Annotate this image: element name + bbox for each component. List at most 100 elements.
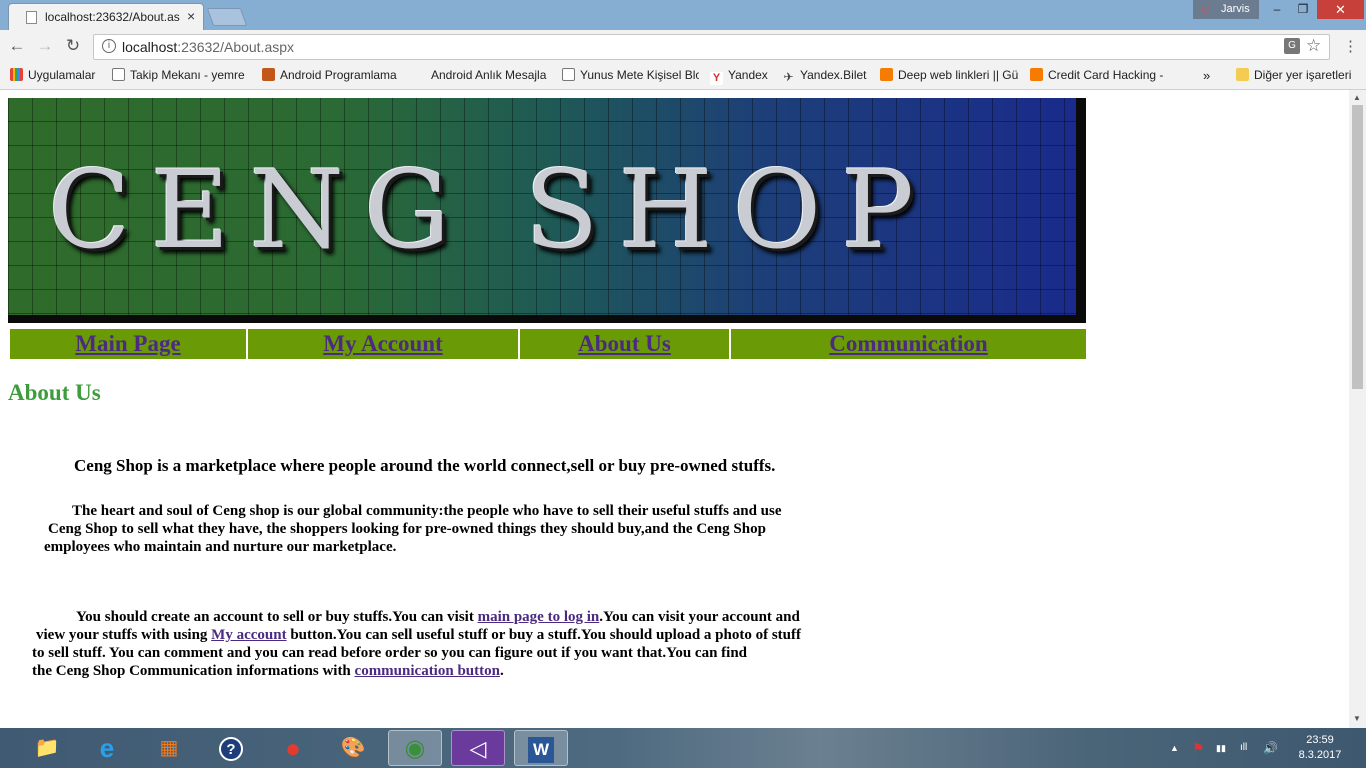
yandex-icon: Y xyxy=(710,72,723,85)
close-window-button[interactable]: ✕ xyxy=(1317,0,1364,19)
reload-button[interactable]: ↻ xyxy=(62,36,84,56)
browser-title-bar: localhost:23632/About.as × ⚇ Jarvis – ❐ … xyxy=(0,0,1366,30)
browser-tab[interactable]: localhost:23632/About.as × xyxy=(8,3,204,30)
file-explorer-icon[interactable]: 📁 xyxy=(20,730,74,766)
text-fragment: .You can visit your account and xyxy=(599,609,800,625)
browser-menu-icon[interactable]: ⋮ xyxy=(1343,37,1358,55)
blank-icon xyxy=(413,68,426,81)
action-center-flag-icon[interactable]: ⚑ xyxy=(1192,728,1205,768)
nav-main-page[interactable]: Main Page xyxy=(10,329,246,359)
bookmarks-overflow-button[interactable]: » xyxy=(1203,68,1210,83)
minimize-button[interactable]: – xyxy=(1264,0,1290,19)
tab-title: localhost:23632/About.as xyxy=(45,10,180,24)
text-fragment: . xyxy=(499,663,504,679)
bookmark-item[interactable]: Uygulamalar xyxy=(10,68,105,82)
address-bar[interactable]: i localhost:23632/About.aspx G ☆ xyxy=(93,34,1330,60)
clock-date: 8.3.2017 xyxy=(1298,749,1342,761)
nav-about-us[interactable]: About Us xyxy=(520,329,729,359)
translate-icon[interactable]: G xyxy=(1284,38,1300,54)
bookmark-label: Diğer yer işaretleri xyxy=(1254,68,1352,82)
ceng-shop-banner: CENG SHOP xyxy=(8,98,1086,323)
page-icon xyxy=(112,68,125,81)
plane-icon: ✈ xyxy=(783,70,794,84)
bookmark-label: Uygulamalar xyxy=(28,68,96,82)
url-path: :23632/About.aspx xyxy=(177,39,295,55)
nav-communication-link[interactable]: Communication xyxy=(829,331,987,356)
bookmark-label: Deep web linkleri || Gü xyxy=(898,68,1018,82)
scrollbar-thumb[interactable] xyxy=(1352,105,1363,389)
restore-button[interactable]: ❐ xyxy=(1290,0,1316,19)
nav-about-us-link[interactable]: About Us xyxy=(578,331,671,356)
instructions-text-line: to sell stuff. You can comment and you c… xyxy=(32,645,748,661)
bookmark-label: Yunus Mete Kişisel Blo xyxy=(580,68,699,82)
instructions-text-line: You should create an account to sell or … xyxy=(76,609,800,626)
community-text-line: employees who maintain and nurture our m… xyxy=(44,539,397,555)
bookmark-item[interactable]: Deep web linkleri || Gü xyxy=(880,68,1018,82)
nav-main-page-link[interactable]: Main Page xyxy=(75,331,180,356)
scroll-up-icon[interactable]: ▲ xyxy=(1353,93,1361,102)
text-fragment: view your stuffs with using xyxy=(36,627,212,643)
site-info-icon[interactable]: i xyxy=(102,39,116,53)
system-clock[interactable]: 23:59 8.3.2017 xyxy=(1290,733,1350,763)
clock-time: 23:59 xyxy=(1306,734,1334,746)
bookmark-item[interactable]: Android Anlık Mesajla xyxy=(413,68,549,82)
nav-communication[interactable]: Communication xyxy=(731,329,1086,359)
network-signal-icon[interactable]: ıll xyxy=(1240,728,1247,768)
internet-explorer-icon[interactable]: e xyxy=(80,730,134,766)
my-account-link[interactable]: My account xyxy=(211,627,286,643)
app-red-icon[interactable]: ● xyxy=(266,730,320,766)
text-fragment: the Ceng Shop Communication informations… xyxy=(32,663,355,679)
folder-icon xyxy=(1236,68,1249,81)
bookmark-item[interactable]: Takip Mekanı - yemre xyxy=(112,68,247,82)
communication-link[interactable]: communication button xyxy=(355,663,500,679)
windows-taskbar: 📁 e ▦ ? ● 🎨 ◉ ◁ W ▲ ⚑ ▮▮ ıll 🔊 23:59 8.3… xyxy=(0,728,1366,768)
page-icon xyxy=(562,68,575,81)
bookmark-star-icon[interactable]: ☆ xyxy=(1306,36,1321,56)
bookmark-label: Yandex xyxy=(728,68,768,82)
bookmark-item[interactable]: ✈ Yandex.Bilet xyxy=(782,68,872,84)
tab-close-icon[interactable]: × xyxy=(187,8,195,24)
bookmark-label: Takip Mekanı - yemre xyxy=(130,68,245,82)
profile-name: Jarvis xyxy=(1221,3,1250,15)
bookmarks-bar: Uygulamalar Takip Mekanı - yemre Android… xyxy=(0,63,1366,90)
bookmark-item[interactable]: Credit Card Hacking - xyxy=(1030,68,1170,82)
forward-button[interactable]: → xyxy=(34,36,56,56)
url-host: localhost xyxy=(122,39,178,55)
visual-studio-icon[interactable]: ◁ xyxy=(451,730,505,766)
address-url[interactable]: localhost:23632/About.aspx xyxy=(122,39,294,55)
office-icon[interactable]: ▦ xyxy=(142,730,196,766)
page-favicon-icon xyxy=(26,11,37,24)
back-button[interactable]: ← xyxy=(6,36,28,56)
blogger-icon xyxy=(1030,68,1043,81)
bookmark-item[interactable]: Android Programlama xyxy=(262,68,400,82)
word-glyph: W xyxy=(528,737,554,763)
text-fragment: You should create an account to sell or … xyxy=(76,609,478,625)
page-title: About Us xyxy=(8,380,101,405)
scroll-down-icon[interactable]: ▼ xyxy=(1353,714,1361,723)
word-icon[interactable]: W xyxy=(514,730,568,766)
bookmark-label: Android Programlama xyxy=(280,68,397,82)
power-icon[interactable]: ▮▮ xyxy=(1216,728,1226,768)
bookmark-item[interactable]: Yunus Mete Kişisel Blo xyxy=(562,68,699,82)
profile-button[interactable]: ⚇ Jarvis xyxy=(1193,0,1259,19)
nav-my-account[interactable]: My Account xyxy=(248,329,518,359)
volume-icon[interactable]: 🔊 xyxy=(1263,728,1278,768)
instructions-text-line: the Ceng Shop Communication informations… xyxy=(32,663,504,680)
community-text-line: Ceng Shop to sell what they have, the sh… xyxy=(48,521,766,537)
help-icon[interactable]: ? xyxy=(204,730,258,766)
vertical-scrollbar[interactable]: ▲ ▼ xyxy=(1349,90,1366,728)
banner-shadow xyxy=(8,315,1086,323)
banner-logo-text: CENG SHOP xyxy=(48,148,934,273)
bookmark-item[interactable]: Y Yandex xyxy=(710,68,775,85)
nav-my-account-link[interactable]: My Account xyxy=(323,331,442,356)
apps-grid-icon xyxy=(10,68,23,81)
main-page-login-link[interactable]: main page to log in xyxy=(478,609,600,625)
instructions-text-line: view your stuffs with using My account b… xyxy=(36,627,801,644)
page-viewport: CENG SHOP Main Page My Account About Us … xyxy=(0,90,1349,728)
other-bookmarks-folder[interactable]: Diğer yer işaretleri xyxy=(1236,68,1351,82)
chrome-icon[interactable]: ◉ xyxy=(388,730,442,766)
new-tab-button[interactable] xyxy=(206,8,248,26)
show-hidden-icons[interactable]: ▲ xyxy=(1170,728,1179,768)
text-fragment: button.You can sell useful stuff or buy … xyxy=(286,627,802,643)
paint-icon[interactable]: 🎨 xyxy=(326,730,380,766)
